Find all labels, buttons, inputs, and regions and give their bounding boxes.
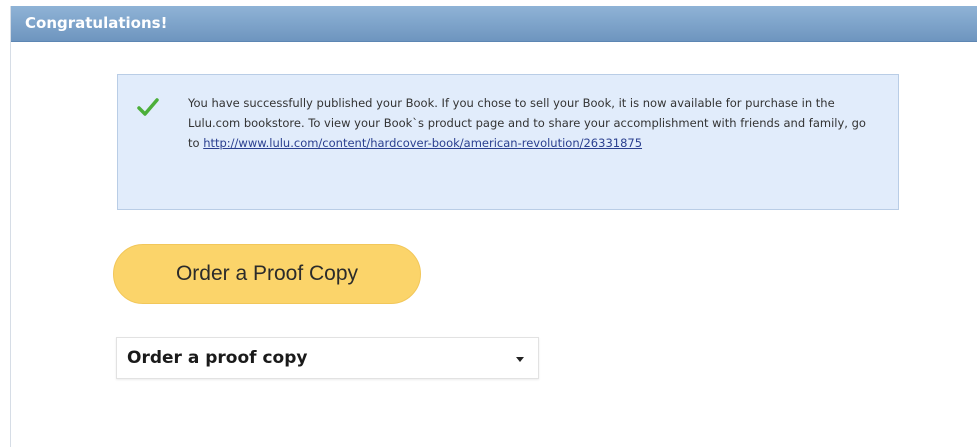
success-message: You have successfully published your Boo…: [188, 93, 878, 153]
product-page-link[interactable]: http://www.lulu.com/content/hardcover-bo…: [203, 136, 642, 150]
select-value: Order a proof copy: [127, 348, 308, 368]
panel-title: Congratulations!: [25, 14, 168, 32]
order-proof-copy-button-label: Order a Proof Copy: [175, 262, 359, 285]
order-proof-copy-button[interactable]: Order a Proof Copy: [113, 244, 421, 304]
chevron-down-icon: [516, 357, 524, 362]
congratulations-panel: Congratulations! You have successfully p…: [10, 6, 977, 447]
success-notice: You have successfully published your Boo…: [117, 74, 899, 210]
order-proof-copy-select[interactable]: Order a proof copy: [116, 337, 539, 379]
panel-header: Congratulations!: [11, 6, 977, 42]
checkmark-icon: [136, 95, 160, 119]
